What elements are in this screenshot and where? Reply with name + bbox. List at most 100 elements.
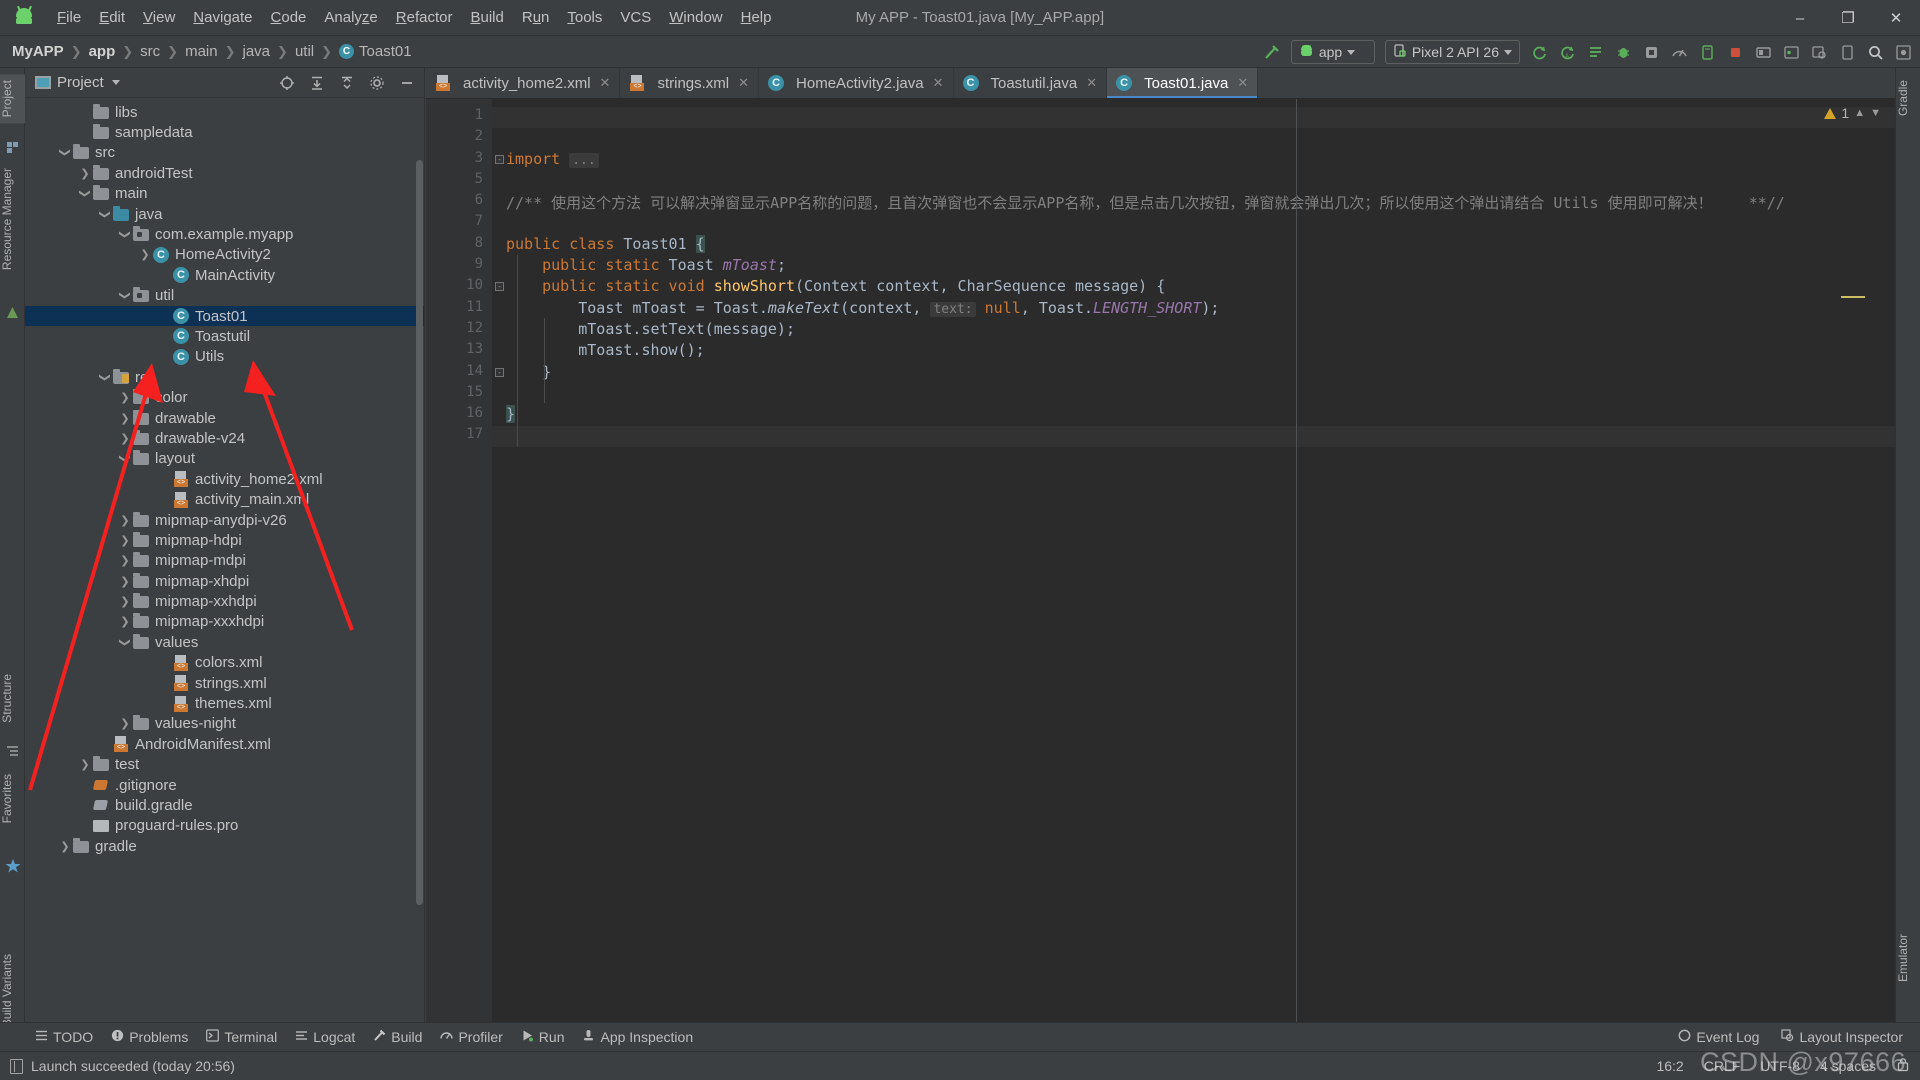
tree-node[interactable]: ❯ color xyxy=(25,387,424,407)
avd-device-manager-icon[interactable] xyxy=(1834,39,1860,65)
tool-button-terminal[interactable]: Terminal xyxy=(197,1026,286,1048)
tool-tab-emulator[interactable]: Emulator xyxy=(1896,928,1920,988)
build-hammer-icon[interactable] xyxy=(1259,39,1285,65)
chevron-down-icon[interactable]: ❯ xyxy=(79,186,92,202)
tool-button-logcat[interactable]: Logcat xyxy=(286,1026,364,1048)
tree-scrollbar[interactable] xyxy=(416,160,423,905)
menu-view[interactable]: View xyxy=(134,5,184,30)
line-number[interactable]: 9 xyxy=(426,256,492,277)
tree-node[interactable]: ❯ mipmap-hdpi xyxy=(25,530,424,550)
tree-node[interactable]: <> activity_home2.xml xyxy=(25,469,424,489)
line-number[interactable]: 13 xyxy=(426,341,492,362)
chevron-right-icon[interactable]: ❯ xyxy=(117,432,133,445)
sdk-manager-icon[interactable] xyxy=(1778,39,1804,65)
code-line[interactable]: mToast.setText(message); xyxy=(492,320,1895,341)
tree-node[interactable]: ❯ util xyxy=(25,286,424,306)
tree-node[interactable]: ❯ res xyxy=(25,367,424,387)
chevron-down-icon[interactable]: ❯ xyxy=(119,227,132,243)
breadcrumb-main[interactable]: main xyxy=(185,43,218,60)
chevron-down-icon[interactable]: ❯ xyxy=(59,145,72,161)
chevron-right-icon[interactable]: ❯ xyxy=(117,615,133,628)
device-file-explorer-icon[interactable] xyxy=(1694,39,1720,65)
tree-node[interactable]: <> themes.xml xyxy=(25,693,424,713)
tool-button-build[interactable]: Build xyxy=(364,1026,431,1048)
tree-node[interactable]: C Toastutil xyxy=(25,326,424,346)
code-line[interactable]: Toast mToast = Toast.makeText(context, t… xyxy=(492,299,1895,320)
tool-button-layout-inspector[interactable]: Layout Inspector xyxy=(1772,1026,1912,1048)
editor-tab[interactable]: <> strings.xml ✕ xyxy=(620,68,760,98)
tree-node[interactable]: ❯ drawable xyxy=(25,408,424,428)
tree-node[interactable]: <> AndroidManifest.xml xyxy=(25,734,424,754)
code-line[interactable]: } xyxy=(492,405,1895,426)
tool-button-problems[interactable]: Problems xyxy=(102,1026,197,1048)
menu-vcs[interactable]: VCS xyxy=(611,5,660,30)
menu-file[interactable]: File xyxy=(48,5,90,30)
line-number[interactable]: 5 xyxy=(426,171,492,192)
tree-node[interactable]: C Utils xyxy=(25,347,424,367)
tree-node[interactable]: ❯ values-night xyxy=(25,714,424,734)
tree-node[interactable]: ❯ src xyxy=(25,143,424,163)
chevron-down-icon[interactable]: ❯ xyxy=(119,634,132,650)
close-tab-icon[interactable]: ✕ xyxy=(933,75,944,91)
menu-refactor[interactable]: Refactor xyxy=(387,5,462,30)
tree-node[interactable]: C MainActivity xyxy=(25,265,424,285)
tool-tab-resource-manager[interactable]: Resource Manager xyxy=(0,162,25,276)
error-stripe-marker[interactable] xyxy=(1841,296,1865,298)
menu-build[interactable]: Build xyxy=(461,5,512,30)
chevron-right-icon[interactable]: ❯ xyxy=(117,391,133,404)
tree-node[interactable]: sampledata xyxy=(25,122,424,142)
tree-node[interactable]: <> colors.xml xyxy=(25,653,424,673)
tree-node[interactable]: ❯ test xyxy=(25,755,424,775)
line-number[interactable]: 7 xyxy=(426,213,492,234)
tool-tab-gradle[interactable]: Gradle xyxy=(1896,74,1920,122)
tree-node[interactable]: C Toast01 xyxy=(25,305,424,327)
chevron-right-icon[interactable]: ❯ xyxy=(137,248,153,261)
chevron-down-icon[interactable]: ❯ xyxy=(119,288,132,304)
code-line[interactable]: mToast.show(); xyxy=(492,341,1895,362)
project-file-tree[interactable]: libs sampledata ❯ src ❯ androidTest ❯ main ❯ java… xyxy=(25,98,424,1022)
tree-node[interactable]: libs xyxy=(25,102,424,122)
code-line[interactable]: //** 使用这个方法 可以解决弹窗显示APP名称的问题，且首次弹窗也不会显示A… xyxy=(492,192,1895,213)
close-tab-icon[interactable]: ✕ xyxy=(1086,75,1097,91)
chevron-right-icon[interactable]: ❯ xyxy=(117,575,133,588)
chevron-right-icon[interactable]: ❯ xyxy=(117,717,133,730)
chevron-down-icon[interactable] xyxy=(111,80,120,85)
panel-settings-gear-icon[interactable] xyxy=(364,70,390,96)
line-number[interactable]: 16 xyxy=(426,405,492,426)
line-number[interactable]: 6 xyxy=(426,192,492,213)
tool-tab-build-variants[interactable]: Build Variants xyxy=(0,948,25,1033)
search-icon[interactable] xyxy=(1862,39,1888,65)
chevron-right-icon[interactable]: ❯ xyxy=(117,534,133,547)
tree-node[interactable]: ❯ layout xyxy=(25,449,424,469)
menu-code[interactable]: Code xyxy=(262,5,316,30)
code-line[interactable]: public static void showShort(Context con… xyxy=(492,277,1895,298)
chevron-right-icon[interactable]: ❯ xyxy=(117,514,133,527)
minimize-button[interactable]: – xyxy=(1776,0,1824,36)
tree-node[interactable]: build.gradle xyxy=(25,795,424,815)
menu-analyze[interactable]: Analyze xyxy=(315,5,386,30)
tree-node[interactable]: <> activity_main.xml xyxy=(25,489,424,509)
close-tab-icon[interactable]: ✕ xyxy=(600,75,611,91)
line-number[interactable]: 11 xyxy=(426,299,492,320)
close-tab-icon[interactable]: ✕ xyxy=(1237,75,1248,91)
profiler-icon[interactable] xyxy=(1666,39,1692,65)
caret-position[interactable]: 16:2 xyxy=(1656,1058,1683,1074)
tool-button-todo[interactable]: TODO xyxy=(26,1026,102,1048)
inspection-widget[interactable]: 1 ▲ ▼ xyxy=(1824,105,1881,121)
device-selector[interactable]: Pixel 2 API 26 xyxy=(1384,40,1520,64)
breadcrumb-util[interactable]: util xyxy=(295,43,314,60)
layout-editor-icon[interactable] xyxy=(1750,39,1776,65)
attach-debugger-icon[interactable] xyxy=(1638,39,1664,65)
code-line[interactable]: import ... xyxy=(492,150,1895,171)
tree-node[interactable]: ❯ mipmap-xxhdpi xyxy=(25,591,424,611)
tree-node[interactable]: proguard-rules.pro xyxy=(25,816,424,836)
tree-node[interactable]: <> strings.xml xyxy=(25,673,424,693)
tool-button-profiler[interactable]: Profiler xyxy=(431,1026,511,1048)
tree-node[interactable]: ❯ mipmap-mdpi xyxy=(25,551,424,571)
editor-tab[interactable]: C Toastutil.java ✕ xyxy=(954,68,1108,98)
chevron-down-icon[interactable]: ❯ xyxy=(99,206,112,222)
sync-project-icon[interactable] xyxy=(1526,39,1552,65)
line-number[interactable]: 10- xyxy=(426,277,504,298)
breadcrumb-src[interactable]: src xyxy=(140,43,160,60)
chevron-up-icon[interactable]: ▲ xyxy=(1854,107,1865,119)
